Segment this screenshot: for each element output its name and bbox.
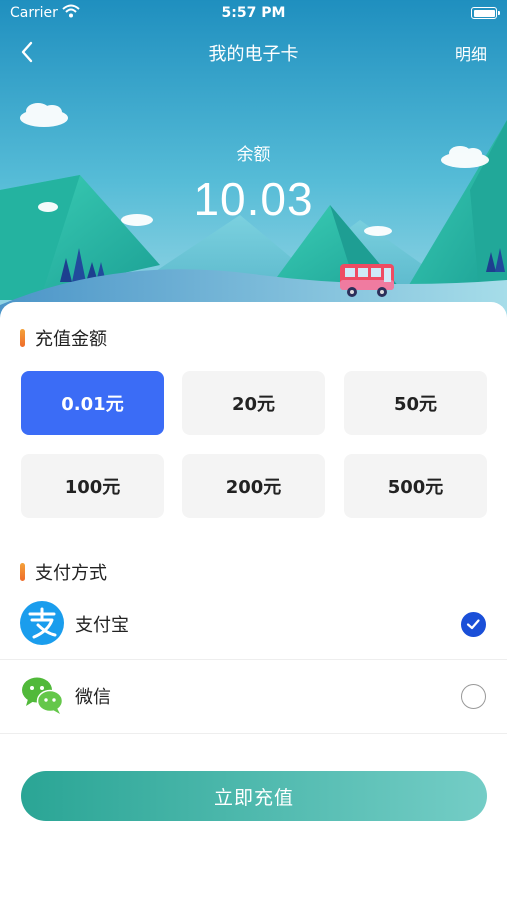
checkmark-icon [466, 619, 480, 630]
detail-link[interactable]: 明细 [455, 41, 487, 65]
status-bar: Carrier 5:57 PM [0, 0, 507, 28]
page-title: 我的电子卡 [208, 44, 299, 65]
balance-value: 10.03 [193, 173, 314, 225]
wechat-radio-button[interactable] [461, 684, 486, 709]
section-accent-bar [20, 563, 25, 581]
recharge-section-header: 充值金额 [20, 326, 107, 350]
divider [0, 659, 507, 660]
payment-option-wechat[interactable]: 微信 [0, 665, 507, 727]
amount-option-5[interactable]: 500元 [344, 454, 487, 518]
recharge-section-title: 充值金额 [35, 329, 107, 350]
amount-option-3[interactable]: 100元 [21, 454, 164, 518]
amount-option-2[interactable]: 50元 [344, 371, 487, 435]
balance-label: 余额 [236, 145, 271, 165]
battery-icon [471, 7, 500, 19]
payment-section-title: 支付方式 [35, 563, 107, 584]
divider [0, 733, 507, 734]
navigation-bar: 我的电子卡 明细 [0, 30, 507, 74]
clock: 5:57 PM [221, 5, 286, 21]
section-accent-bar [20, 329, 25, 347]
amount-option-0[interactable]: 0.01元 [21, 371, 164, 435]
alipay-selected-checkmark[interactable] [461, 612, 486, 637]
payment-section-header: 支付方式 [20, 560, 107, 584]
payment-label-alipay: 支付宝 [75, 615, 129, 636]
wechat-icon [22, 677, 64, 714]
amount-option-4[interactable]: 200元 [182, 454, 325, 518]
amount-option-1[interactable]: 20元 [182, 371, 325, 435]
payment-option-alipay[interactable]: 支付宝 [0, 593, 507, 655]
header-illustration: Carrier 5:57 PM 我的电子卡 明细 余额 10.03 [0, 0, 507, 330]
payment-label-wechat: 微信 [75, 687, 111, 708]
alipay-icon [20, 601, 64, 645]
recharge-now-button[interactable]: 立即充值 [21, 771, 487, 821]
bus-illustration [340, 264, 394, 297]
